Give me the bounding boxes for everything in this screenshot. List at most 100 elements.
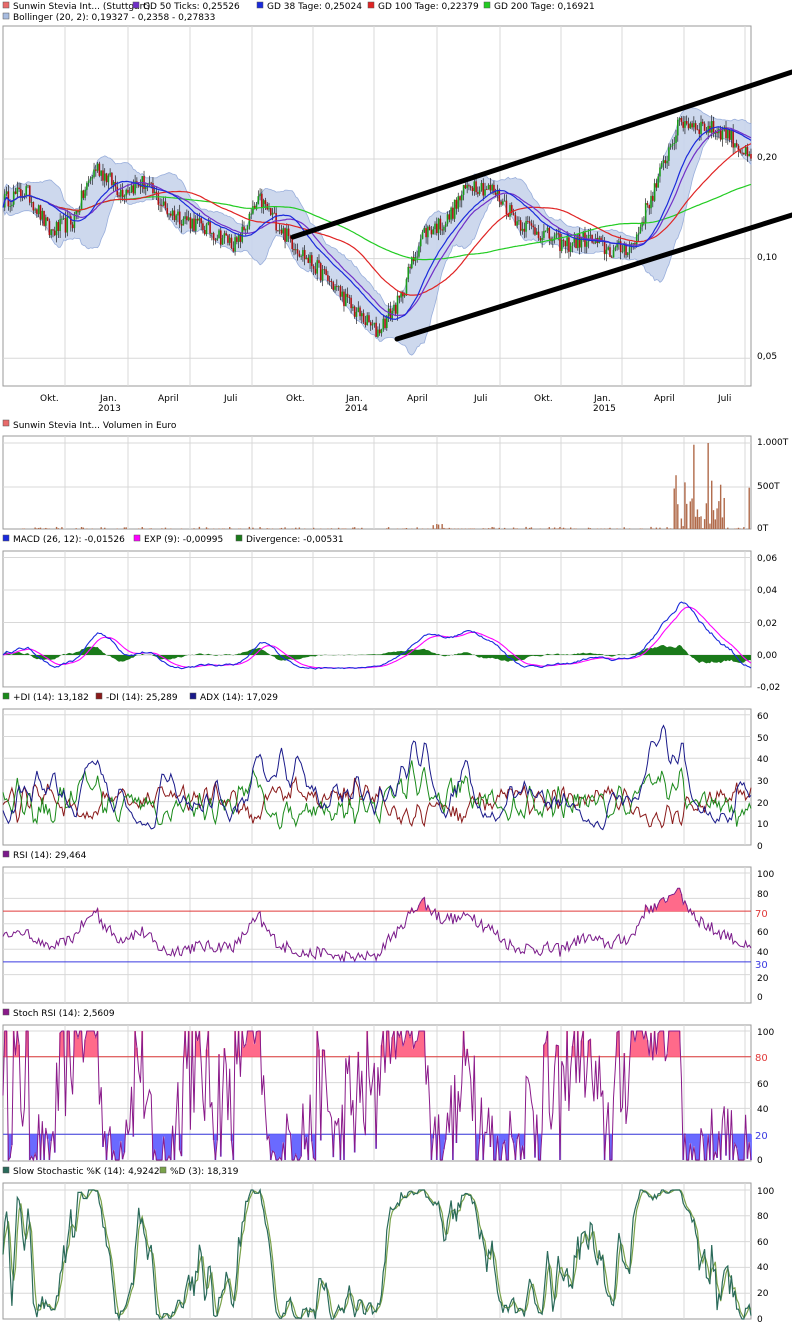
legend-gd38: GD 38 Tage: 0,25024: [267, 2, 362, 12]
candle-body: [212, 233, 215, 240]
candle-body: [734, 143, 736, 148]
dmi-panel: +DI (14): 13,182 -DI (14): 25,289 ADX (1…: [2, 692, 769, 852]
candle-body: [221, 238, 224, 245]
candle-body: [269, 208, 272, 215]
slowsto-ytick: 100: [757, 1187, 774, 1197]
candle-body: [153, 191, 156, 194]
candle-body: [653, 183, 656, 201]
candle-body: [491, 184, 493, 191]
candle-body: [120, 189, 122, 197]
candle-body: [280, 229, 283, 234]
candle-body: [405, 279, 408, 294]
candle-body: [619, 241, 622, 253]
volume-bar: [719, 484, 722, 529]
stoch-rsi-plot: [2, 1024, 752, 1162]
candle-body: [77, 211, 79, 213]
volume-bar: [609, 527, 611, 529]
candle-body: [437, 218, 440, 234]
candle-body: [323, 269, 326, 271]
slowsto-ytick: 0: [757, 1315, 763, 1325]
candle-body: [637, 233, 640, 235]
candle-body: [569, 245, 572, 252]
candle-body: [482, 183, 485, 196]
macd-ytick: -0,02: [757, 683, 780, 693]
volume-bar: [432, 525, 434, 529]
candle-body: [607, 247, 609, 250]
legend-swatch: [132, 1, 140, 9]
volume-bar: [39, 527, 42, 529]
candle-body: [37, 205, 40, 215]
candle-body: [537, 231, 540, 239]
legend-swatch: [189, 692, 197, 700]
candle-body: [198, 218, 201, 221]
rsi-panel: RSI (14): 29,464 100 80 70 60 40 30 20 0: [2, 850, 774, 1004]
candle-body: [41, 210, 44, 220]
candle-body: [650, 195, 652, 209]
candle-body: [343, 291, 345, 307]
candle-body: [228, 237, 231, 243]
candle-body: [150, 182, 152, 184]
legend-di-plus: +DI (14): 13,182: [13, 693, 89, 703]
volume-bar: [689, 501, 692, 529]
legend-swatch: [133, 534, 141, 542]
legend-volume: Sunwin Stevia Int... Volumen in Euro: [13, 421, 177, 431]
volume-bar: [587, 527, 590, 529]
volume-ytick: 0T: [757, 524, 769, 534]
candle-body: [430, 229, 433, 235]
volume-bar: [61, 527, 63, 529]
candle-body: [207, 221, 210, 225]
candle-body: [539, 238, 542, 241]
candle-body: [448, 214, 451, 220]
candle-body: [750, 153, 752, 159]
candle-body: [357, 307, 360, 312]
candle-body: [86, 182, 88, 190]
volume-bar: [57, 528, 60, 529]
candle-body: [669, 145, 672, 148]
month-label: April: [158, 394, 179, 404]
volume-bar: [104, 527, 106, 529]
candle-body: [689, 123, 692, 129]
candle-body: [282, 228, 285, 234]
year-label: 2014: [345, 404, 368, 414]
candle-body: [309, 255, 311, 263]
candle-body: [12, 191, 15, 205]
candle-body: [621, 251, 624, 253]
candle-body: [50, 229, 53, 236]
volume-bar: [736, 528, 738, 529]
volume-bar: [443, 527, 445, 529]
slowsto-ytick: 20: [757, 1289, 769, 1299]
volume-bar: [352, 527, 354, 529]
month-label: Jan.: [99, 394, 117, 404]
candle-body: [484, 189, 486, 196]
candle-body: [548, 227, 551, 239]
legend-exp: EXP (9): -0,00995: [144, 535, 223, 545]
candle-body: [530, 223, 533, 226]
candle-body: [202, 223, 204, 231]
volume-bar: [205, 527, 208, 529]
volume-bar: [711, 480, 713, 529]
volume-ytick: 500T: [757, 482, 780, 492]
candle-body: [350, 297, 352, 309]
legend-swatch: [159, 1166, 167, 1174]
candle-body: [696, 129, 699, 131]
candle-body: [489, 184, 492, 191]
candle-body: [462, 185, 465, 195]
candle-body: [627, 252, 629, 256]
volume-bar: [680, 518, 683, 529]
candle-body: [161, 205, 163, 207]
candle-body: [644, 203, 647, 224]
volume-bar: [714, 519, 716, 529]
volume-bar: [525, 526, 527, 529]
candle-body: [560, 239, 563, 251]
candle-body: [371, 324, 374, 326]
volume-bar: [628, 528, 631, 529]
volume-bar: [266, 528, 268, 529]
candle-body: [318, 260, 320, 264]
dmi-ytick: 60: [757, 712, 769, 722]
candle-body: [145, 186, 147, 189]
month-label: Juli: [223, 394, 237, 404]
volume-bar: [712, 510, 715, 529]
candle-body: [107, 175, 110, 183]
candle-body: [703, 123, 706, 131]
stoch-rsi-panel: Stoch RSI (14): 2,5609 100 80 60 40 20 0: [2, 1008, 774, 1166]
